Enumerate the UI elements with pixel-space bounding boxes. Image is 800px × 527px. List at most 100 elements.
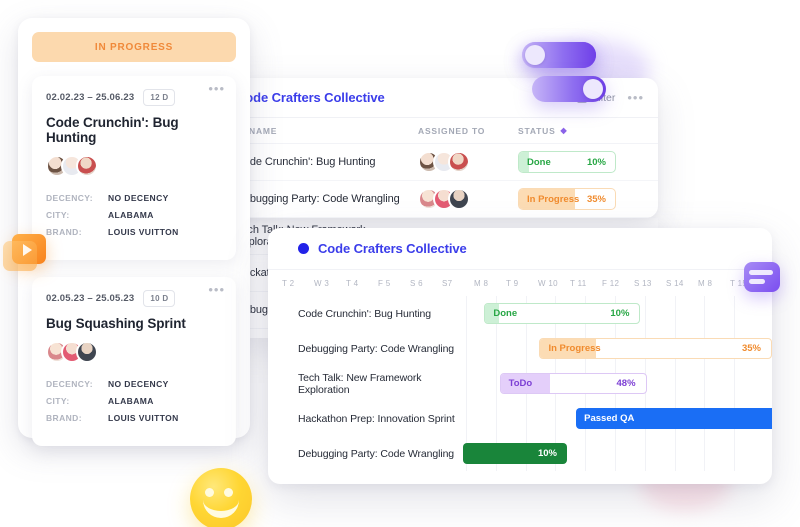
gantt-row[interactable]: Code Crunchin': Bug Hunting Done 10% — [268, 296, 772, 331]
timeline-tick: W 3 — [314, 278, 330, 288]
meta-key: DECENCY: — [46, 379, 93, 389]
row-status[interactable]: In Progress 35% — [518, 188, 658, 210]
card-list-icon[interactable] — [744, 262, 780, 292]
timeline-tick: W 10 — [538, 278, 558, 288]
card-line — [749, 279, 765, 284]
gantt-timeline-header: T 2 W 3 T 4 F 5 S 6 S7 M 8 T 9 W 10 T 11… — [268, 270, 772, 296]
card-title: Code Crunchin': Bug Hunting — [46, 115, 179, 145]
status-percent: 10% — [586, 156, 606, 168]
kanban-card[interactable]: ••• 02.02.23 – 25.06.23 12 D Code Crunch… — [32, 76, 236, 260]
gantt-track: Passed QA — [466, 401, 772, 436]
timeline-tick: F 5 — [378, 278, 391, 288]
gantt-bar-percent: 48% — [616, 378, 636, 389]
play-button-icon[interactable] — [3, 234, 46, 271]
meta-value: LOUIS VUITTON — [108, 227, 179, 237]
gantt-panel: Code Crafters Collective T 2 W 3 T 4 F 5… — [268, 228, 772, 484]
gantt-bar[interactable]: Done 10% — [484, 303, 641, 324]
gantt-bar-label: Done — [493, 308, 518, 319]
gantt-bar[interactable]: In Progress 35% — [539, 338, 772, 359]
smiley-face-icon — [190, 468, 252, 527]
gantt-row[interactable]: Debugging Party: Code Wrangling 10% — [268, 436, 772, 471]
table-row[interactable]: Debugging Party: Code Wrangling In Progr… — [218, 181, 658, 218]
gantt-bar-percent: 10% — [610, 308, 630, 319]
meta-value: LOUIS VUITTON — [108, 413, 179, 423]
status-label: Done — [527, 156, 551, 168]
gantt-row-label: Hackathon Prep: Innovation Sprint — [298, 412, 455, 425]
status-percent: 35% — [586, 193, 606, 205]
meta-key: CITY: — [46, 396, 70, 406]
timeline-tick: S 14 — [666, 278, 684, 288]
toggle-switch-bottom[interactable] — [532, 76, 606, 102]
meta-value: ALABAMA — [108, 210, 154, 220]
timeline-tick: T 4 — [346, 278, 359, 288]
toggle-switch-bottom-wrap — [532, 76, 606, 102]
card-duration-badge: 10 D — [143, 290, 176, 307]
gantt-track: ToDo 48% — [466, 366, 772, 401]
card-meta-row: BRAND: LOUIS VUITTON — [46, 227, 222, 237]
column-header-status-label: STATUS — [518, 125, 556, 136]
row-avatars[interactable] — [418, 151, 518, 173]
smiley-mouth — [203, 496, 239, 518]
gantt-bar-label: ToDo — [508, 378, 533, 389]
gantt-bar-label: In Progress — [548, 343, 601, 354]
card-menu-icon[interactable]: ••• — [208, 82, 225, 95]
gantt-track: Done 10% — [466, 296, 772, 331]
status-badge[interactable]: In Progress 35% — [518, 188, 616, 210]
meta-value: ALABAMA — [108, 396, 154, 406]
toggle-knob[interactable] — [525, 45, 545, 65]
status-badge[interactable]: Done 10% — [518, 151, 616, 173]
meta-key: DECENCY: — [46, 193, 93, 203]
meta-value: NO DECENCY — [108, 379, 169, 389]
kanban-column-title: IN PROGRESS — [94, 41, 174, 53]
toggle-knob[interactable] — [583, 79, 603, 99]
avatar — [448, 188, 470, 210]
card-meta-row: CITY: ALABAMA — [46, 396, 222, 406]
column-header-status[interactable]: STATUS ◆ — [518, 126, 658, 136]
timeline-tick: T 2 — [282, 278, 295, 288]
gantt-bar-percent: 35% — [741, 343, 761, 354]
panel-menu-icon[interactable]: ••• — [627, 91, 644, 104]
kanban-card[interactable]: ••• 02.05.23 – 25.05.23 10 D Bug Squashi… — [32, 277, 236, 446]
card-meta-list: DECENCY: NO DECENCY CITY: ALABAMA BRAND:… — [46, 379, 222, 423]
card-menu-icon[interactable]: ••• — [208, 283, 225, 296]
toggle-switch-top[interactable] — [522, 42, 596, 68]
gantt-row[interactable]: Debugging Party: Code Wrangling In Progr… — [268, 331, 772, 366]
gantt-bar-percent: 10% — [537, 448, 557, 459]
status-label: In Progress — [527, 193, 580, 205]
timeline-tick: S7 — [442, 278, 453, 288]
table-column-headers: NAME ASSIGNED TO STATUS ◆ — [218, 118, 658, 144]
gantt-row[interactable]: Hackathon Prep: Innovation Sprint Passed… — [268, 401, 772, 436]
row-status[interactable]: Done 10% — [518, 151, 658, 173]
column-header-name-label: NAME — [249, 125, 278, 136]
table-panel-title: Code Crafters Collective — [236, 90, 385, 105]
kanban-column-header: IN PROGRESS — [32, 32, 236, 62]
timeline-tick: M 8 — [698, 278, 713, 288]
project-color-dot — [298, 243, 309, 254]
timeline-tick: T 9 — [506, 278, 519, 288]
table-row[interactable]: Code Crunchin': Bug Hunting Done 10% — [218, 144, 658, 181]
gantt-header: Code Crafters Collective — [268, 228, 772, 270]
card-meta-row: DECENCY: NO DECENCY — [46, 379, 222, 389]
gantt-bar-label: Passed QA — [584, 413, 635, 424]
card-date-range: 02.05.23 – 25.05.23 — [46, 293, 135, 304]
gantt-row-label: Debugging Party: Code Wrangling — [298, 447, 455, 460]
card-line — [749, 270, 773, 275]
card-date-row: 02.05.23 – 25.05.23 10 D — [46, 290, 222, 307]
sort-icon[interactable]: ◆ — [561, 126, 568, 135]
row-avatars[interactable] — [418, 188, 518, 210]
timeline-tick: M 8 — [474, 278, 489, 288]
gantt-bar[interactable]: ToDo 48% — [499, 373, 647, 394]
column-header-assigned[interactable]: ASSIGNED TO — [418, 126, 518, 136]
avatar — [448, 151, 470, 173]
card-meta-list: DECENCY: NO DECENCY CITY: ALABAMA BRAND:… — [46, 193, 222, 237]
gantt-bar[interactable]: 10% — [462, 443, 567, 464]
card-avatar-group[interactable] — [46, 341, 222, 363]
card-avatar-group[interactable] — [46, 155, 222, 177]
meta-key: BRAND: — [46, 413, 82, 423]
avatar — [76, 341, 98, 363]
timeline-tick: F 12 — [602, 278, 620, 288]
card-date-row: 02.02.23 – 25.06.23 12 D — [46, 89, 222, 106]
card-title: Bug Squashing Sprint — [46, 316, 186, 331]
gantt-row[interactable]: Tech Talk: New Framework Exploration ToD… — [268, 366, 772, 401]
gantt-bar[interactable]: Passed QA — [576, 408, 772, 429]
